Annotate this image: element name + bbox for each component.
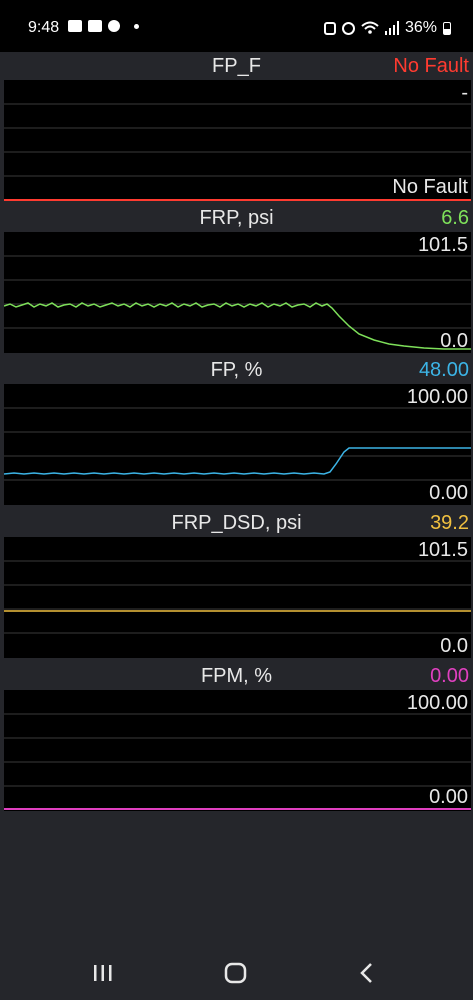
panel-header: FP_F No Fault <box>0 52 473 80</box>
axis-max-label: 101.5 <box>417 234 468 256</box>
recent-apps-icon[interactable] <box>88 959 118 987</box>
axis-max-label: 100.00 <box>406 692 468 714</box>
more-notifications-icon <box>134 23 139 29</box>
gallery-icon <box>88 20 102 32</box>
plot-area: 100.00 0.00 <box>4 690 471 811</box>
axis-min-label: No Fault <box>392 176 468 198</box>
panel-value: 6.6 <box>441 207 469 229</box>
plot-grid <box>4 560 471 634</box>
status-time: 9:48 <box>28 19 60 36</box>
panel-title: FP, % <box>210 359 263 381</box>
notification-icons <box>68 20 139 32</box>
signal-line <box>4 447 471 475</box>
plot-grid <box>4 713 471 810</box>
axis-min-label: 0.00 <box>429 482 468 504</box>
panel-value: 0.00 <box>430 665 469 687</box>
system-icons: 36% <box>323 19 451 37</box>
gauge-panel-frp[interactable]: FRP, psi 6.6 101.5 0.0 <box>0 204 473 354</box>
plot-area: 101.5 0.0 <box>4 232 471 353</box>
gauge-panel-fp-f[interactable]: FP_F No Fault - No Fault <box>0 52 473 202</box>
plot-grid <box>4 407 471 481</box>
gauge-panel-frp-dsd[interactable]: FRP_DSD, psi 39.2 101.5 0.0 <box>0 509 473 659</box>
panel-title: FPM, % <box>200 665 273 687</box>
plot-area: 100.00 0.00 <box>4 384 471 505</box>
accessibility-icon <box>108 20 120 32</box>
plot-grid <box>4 255 471 350</box>
alarm-icon <box>341 21 355 35</box>
home-icon[interactable] <box>221 959 251 987</box>
status-bar: 9:48 36% <box>0 0 473 52</box>
panel-title: FRP, psi <box>199 207 274 229</box>
system-navigation-bar <box>0 945 473 1000</box>
panel-header: FPM, % 0.00 <box>0 662 473 690</box>
axis-min-label: 0.0 <box>440 635 468 657</box>
panel-value: 39.2 <box>430 512 469 534</box>
axis-max-label: - <box>461 82 468 104</box>
plot-area: - No Fault <box>4 80 471 201</box>
panel-header: FRP, psi 6.6 <box>0 204 473 232</box>
back-icon[interactable] <box>352 959 382 987</box>
axis-min-label: 0.0 <box>440 330 468 352</box>
signal-icon <box>384 21 399 35</box>
panel-title: FRP_DSD, psi <box>171 512 302 534</box>
lock-icon <box>323 21 336 35</box>
gauge-panel-fpm[interactable]: FPM, % 0.00 100.00 0.00 <box>0 662 473 812</box>
signal-line <box>4 302 471 350</box>
axis-min-label: 0.00 <box>429 786 468 808</box>
gauge-panel-fp[interactable]: FP, % 48.00 100.00 0.00 <box>0 356 473 506</box>
panel-value: 48.00 <box>418 359 469 381</box>
axis-max-label: 101.5 <box>417 539 468 561</box>
panel-header: FRP_DSD, psi 39.2 <box>0 509 473 537</box>
battery-percent: 36% <box>404 19 437 36</box>
wifi-icon <box>361 21 379 34</box>
panel-value: No Fault <box>393 55 469 77</box>
panel-header: FP, % 48.00 <box>0 356 473 384</box>
plot-area: 101.5 0.0 <box>4 537 471 658</box>
battery-icon <box>443 21 451 35</box>
chat-icon <box>68 20 82 32</box>
axis-max-label: 100.00 <box>406 386 468 408</box>
